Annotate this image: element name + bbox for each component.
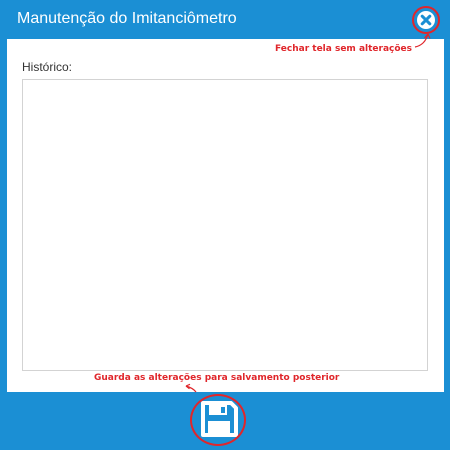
maintenance-dialog: Manutenção do Imitanciômetro Histórico: … <box>0 0 450 450</box>
history-textarea[interactable] <box>22 79 428 371</box>
close-annotation: Fechar tela sem alterações <box>275 44 412 54</box>
close-annotation-arrowhead <box>424 33 431 39</box>
dialog-title: Manutenção do Imitanciômetro <box>17 10 237 27</box>
close-icon <box>417 11 435 29</box>
save-button[interactable] <box>199 399 239 439</box>
dialog-content: Histórico: <box>7 39 444 392</box>
history-label: Histórico: <box>22 60 73 74</box>
floppy-disk-icon <box>201 401 238 437</box>
close-button[interactable] <box>415 9 437 31</box>
save-annotation: Guarda as alterações para salvamento pos… <box>94 373 340 383</box>
